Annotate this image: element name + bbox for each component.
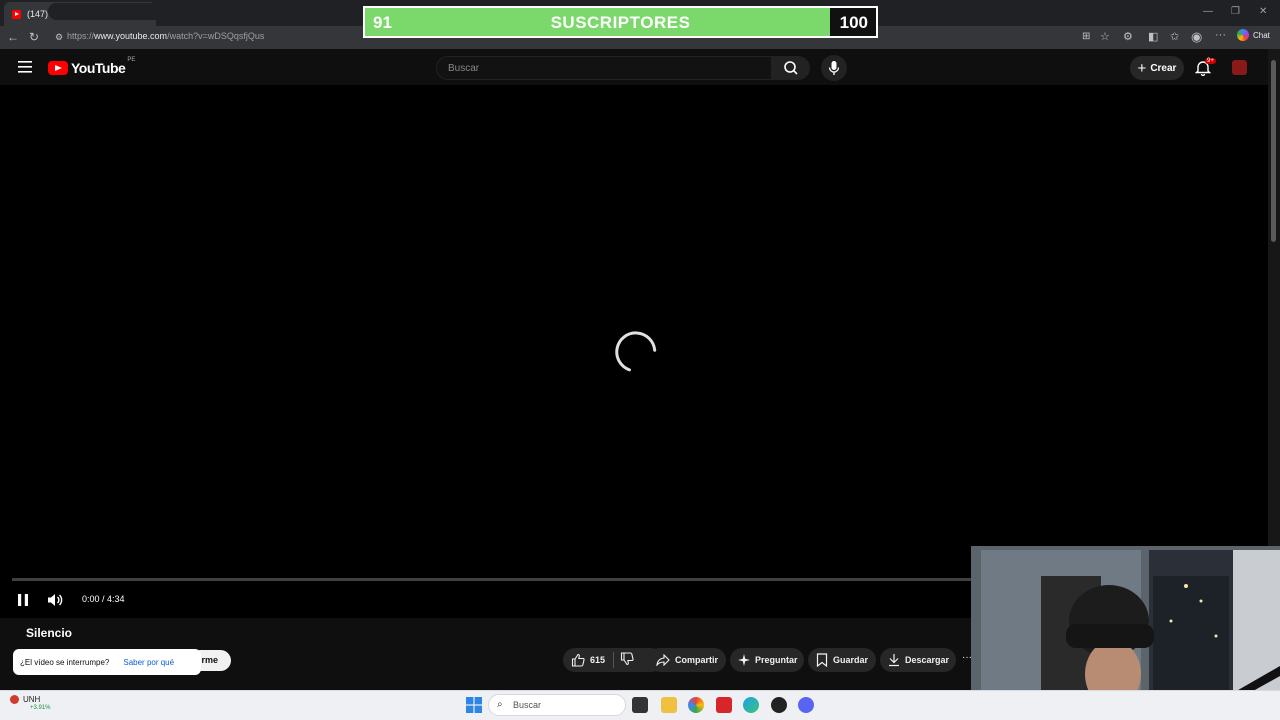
ask-button[interactable]: Preguntar xyxy=(730,648,804,672)
site-info-icon[interactable]: ⚙ xyxy=(55,32,63,43)
search-box xyxy=(436,56,772,80)
logo-wordmark: YouTube xyxy=(71,60,126,76)
favorite-star-icon[interactable]: ☆ xyxy=(1100,30,1110,43)
windows-start-icon[interactable] xyxy=(466,697,482,713)
subscriber-goal-overlay: 91 SUSCRIPTORES 100 xyxy=(363,6,878,38)
share-button[interactable]: Compartir xyxy=(648,648,726,672)
search-input[interactable] xyxy=(437,57,737,79)
dislike-button[interactable] xyxy=(620,652,634,666)
taskbar-search-placeholder: Buscar xyxy=(513,700,542,710)
hamburger-menu-icon[interactable] xyxy=(18,61,32,73)
thumbs-up-icon xyxy=(571,653,585,667)
discord-icon[interactable] xyxy=(798,697,814,713)
colorful-app-icon[interactable] xyxy=(688,697,704,713)
share-label: Compartir xyxy=(675,655,719,665)
back-arrow-icon[interactable]: ← xyxy=(7,30,19,44)
search-button[interactable] xyxy=(772,56,810,80)
reload-icon[interactable]: ↻ xyxy=(29,30,39,44)
stock-widget[interactable]: UNH +3.91% xyxy=(10,695,51,711)
scrollbar-thumb[interactable] xyxy=(1271,60,1276,242)
bookmark-icon xyxy=(816,653,828,667)
volume-button[interactable] xyxy=(47,592,63,608)
stock-alert-icon xyxy=(10,695,19,705)
plus-icon: + xyxy=(1137,59,1147,77)
goal-target-count: 100 xyxy=(839,13,868,32)
ask-label: Preguntar xyxy=(755,655,798,665)
download-icon xyxy=(889,654,899,667)
youtube-play-logo-icon xyxy=(48,61,68,75)
save-button[interactable]: Guardar xyxy=(808,648,876,672)
stock-change: +3.91% xyxy=(30,705,51,712)
voice-search-button[interactable] xyxy=(821,55,847,81)
download-button[interactable]: Descargar xyxy=(880,648,956,672)
youtube-logo[interactable]: YouTube PE xyxy=(48,57,136,76)
tooltip-question: ¿El vídeo se interrumpe? xyxy=(20,657,110,667)
youtube-favicon-icon xyxy=(12,9,21,19)
restore-icon[interactable]: ❐ xyxy=(1231,6,1240,17)
more-options-icon[interactable]: ··· xyxy=(1215,29,1226,41)
favorites-icon[interactable]: ✩ xyxy=(1170,30,1179,43)
microphone-icon xyxy=(828,61,840,75)
pause-icon xyxy=(18,594,28,606)
create-button[interactable]: + Crear xyxy=(1130,56,1184,80)
like-count: 615 xyxy=(590,655,606,665)
taskbar-search[interactable]: ⌕ Buscar xyxy=(488,694,626,716)
create-label: Crear xyxy=(1150,62,1177,74)
country-code: PE xyxy=(127,57,136,63)
download-label: Descargar xyxy=(905,655,950,665)
notifications-badge: 9+ xyxy=(1205,58,1216,64)
url-text[interactable]: https://www.youtube.com/watch?v=wDSQqsfj… xyxy=(67,31,264,41)
edge-browser-icon[interactable] xyxy=(743,697,759,713)
profile-icon[interactable]: ◉ xyxy=(1191,29,1202,45)
app-install-icon[interactable]: ⊞ xyxy=(1082,31,1090,42)
extensions-icon[interactable]: ⚙ xyxy=(1123,30,1133,43)
window-close-icon[interactable]: ✕ xyxy=(1259,6,1267,17)
playback-issue-tooltip: ¿El vídeo se interrumpe? Saber por qué xyxy=(13,649,201,675)
loading-spinner-icon xyxy=(615,331,657,373)
search-icon xyxy=(784,61,798,75)
volume-icon xyxy=(48,594,63,606)
goal-label: SUSCRIPTORES xyxy=(550,13,691,32)
account-avatar[interactable] xyxy=(1232,60,1247,75)
file-explorer-icon[interactable] xyxy=(661,697,677,713)
pause-button[interactable] xyxy=(16,593,30,607)
subscribe-label: irme xyxy=(199,655,219,665)
video-title: Silencio xyxy=(26,626,73,640)
chat-label: Chat xyxy=(1253,30,1270,40)
stock-symbol: UNH xyxy=(23,695,41,704)
thumbs-down-icon xyxy=(620,652,634,666)
minimize-icon[interactable]: — xyxy=(1203,6,1213,17)
learn-why-link[interactable]: Saber por qué xyxy=(123,658,174,667)
app-with-badge-icon[interactable] xyxy=(771,697,787,713)
like-divider xyxy=(613,652,614,668)
copilot-chat-button[interactable]: Chat xyxy=(1237,29,1270,41)
copilot-icon xyxy=(1237,29,1249,41)
taskbar-search-icon: ⌕ xyxy=(497,699,503,710)
sparkle-icon xyxy=(738,654,750,666)
split-screen-icon[interactable]: ◧ xyxy=(1148,30,1158,43)
wps-office-icon[interactable] xyxy=(716,697,732,713)
share-icon xyxy=(656,654,670,666)
save-label: Guardar xyxy=(833,655,869,665)
time-display: 0:00 / 4:34 xyxy=(82,594,125,604)
task-view-icon[interactable] xyxy=(632,697,648,713)
